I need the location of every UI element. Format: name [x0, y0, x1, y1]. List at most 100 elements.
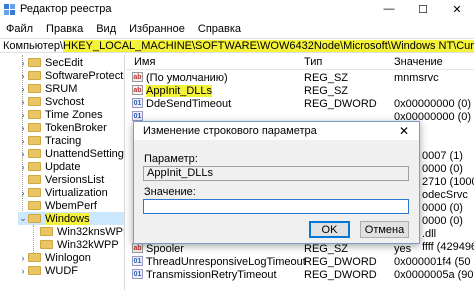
chevron-right-icon[interactable]: ›	[18, 188, 28, 198]
value-data: yes	[394, 243, 412, 255]
tree-item-softwareprotection[interactable]: › SoftwareProtectic	[18, 69, 125, 82]
folder-icon	[40, 240, 53, 249]
tree-item-label: SoftwareProtectic	[45, 69, 125, 82]
tree-item-time-zones[interactable]: › Time Zones	[18, 108, 103, 121]
tree-item-tracing[interactable]: › Tracing	[18, 134, 82, 147]
chevron-right-icon[interactable]: ›	[18, 136, 28, 146]
chevron-right-icon[interactable]: ›	[18, 123, 28, 133]
tree-item-update[interactable]: › Update	[18, 160, 81, 173]
tree-item-label: Tracing	[45, 134, 82, 147]
chevron-right-icon[interactable]: ›	[18, 110, 28, 120]
chevron-right-icon[interactable]: ›	[18, 84, 28, 94]
chevron-right-icon[interactable]: ›	[18, 97, 28, 107]
tree-item-label: TokenBroker	[45, 121, 107, 134]
column-header-name[interactable]: Имя	[134, 56, 155, 68]
value-name: Spooler	[146, 243, 184, 255]
folder-icon	[28, 201, 41, 210]
tree-item-windows[interactable]: ⌄ Windows	[18, 212, 124, 225]
menu-view[interactable]: Вид	[90, 23, 123, 35]
value-data-input[interactable]	[143, 199, 409, 214]
value-type: REG_DWORD	[304, 269, 377, 281]
list-row[interactable]: ab Spooler REG_SZ yes	[126, 243, 474, 256]
tree-item-svchost[interactable]: › Svchost	[18, 95, 85, 108]
menu-help[interactable]: Справка	[192, 23, 248, 35]
dialog-close-button[interactable]: ✕	[389, 122, 419, 140]
tree-item-label: SRUM	[45, 82, 78, 95]
dword-value-icon: 01	[132, 98, 143, 108]
chevron-right-icon[interactable]: ›	[18, 149, 28, 159]
chevron-right-icon[interactable]: ›	[18, 162, 28, 172]
tree-item-wudf[interactable]: › WUDF	[18, 264, 79, 277]
string-value-icon: ab	[132, 243, 143, 253]
tree-item-secedit[interactable]: › SecEdit	[18, 56, 83, 69]
close-button[interactable]: ✕	[440, 0, 474, 18]
column-header-type[interactable]: Тип	[304, 56, 322, 68]
tree-item-label: Update	[45, 160, 81, 173]
tree-item-win32kwpp[interactable]: Win32kWPP	[30, 238, 119, 251]
folder-icon	[28, 110, 41, 119]
list-row[interactable]: ab AppInit_DLLs REG_SZ	[126, 85, 474, 98]
minimize-button[interactable]: —	[372, 0, 406, 18]
tree-item-virtualization[interactable]: › Virtualization	[18, 186, 108, 199]
tree-item-winlogon[interactable]: › Winlogon	[18, 251, 91, 264]
chevron-right-icon[interactable]: ›	[18, 71, 28, 81]
column-header-value[interactable]: Значение	[394, 56, 443, 68]
folder-icon	[28, 136, 41, 145]
menu-edit[interactable]: Правка	[40, 23, 90, 35]
dialog-title-bar[interactable]: Изменение строкового параметра ✕	[134, 122, 419, 140]
address-path: HKEY_LOCAL_MACHINE\SOFTWARE\WOW6432Node\…	[63, 40, 474, 52]
tree-item-label: VersionsList	[45, 173, 105, 186]
value-type: REG_DWORD	[304, 98, 377, 110]
folder-icon	[28, 162, 41, 171]
chevron-right-icon[interactable]: ›	[18, 266, 28, 276]
chevron-right-icon[interactable]: ›	[18, 58, 28, 68]
list-row[interactable]: 01 ThreadUnresponsiveLogTimeout REG_DWORD 0…	[126, 256, 474, 269]
value-type: REG_SZ	[304, 85, 349, 97]
value-data: .dll	[422, 228, 437, 240]
address-bar[interactable]: Компьютер\HKEY_LOCAL_MACHINE\SOFTWARE\WO…	[0, 38, 474, 53]
tree-item-wbemperf[interactable]: WbemPerf	[18, 199, 97, 212]
value-data: 0x000001f4 (50	[394, 256, 471, 268]
tree-item-label: UnattendSettings	[45, 147, 125, 160]
menu-favorites[interactable]: Избранное	[123, 23, 192, 35]
ok-button[interactable]: OK	[309, 221, 350, 238]
folder-icon	[28, 175, 41, 184]
list-row[interactable]: 01 DdeSendTimeout REG_DWORD 0x00000000 (0)	[126, 98, 474, 111]
dialog-title: Изменение строкового параметра	[143, 125, 317, 137]
folder-icon	[28, 266, 41, 275]
tree-item-tokenbroker[interactable]: › TokenBroker	[18, 121, 107, 134]
list-header: Имя Тип Значение	[126, 55, 474, 70]
value-name: AppInit_DLLs	[146, 85, 213, 97]
tree-item-srum[interactable]: › SRUM	[18, 82, 78, 95]
list-row[interactable]: 01 TransmissionRetryTimeout REG_DWORD 0x000…	[126, 269, 474, 282]
chevron-down-icon[interactable]: ⌄	[18, 213, 28, 224]
tree-item-label: Virtualization	[45, 186, 108, 199]
folder-icon	[28, 84, 41, 93]
folder-icon	[28, 188, 41, 197]
folder-icon	[40, 227, 53, 236]
value-name: ThreadUnresponsiveLogTimeout	[146, 256, 306, 268]
tree-item-label: WUDF	[45, 264, 78, 277]
tree-item-versionslist[interactable]: VersionsList	[18, 173, 104, 186]
value-data: mnmsrvc	[394, 72, 439, 84]
registry-tree: › SecEdit › SoftwareProtectic › SRUM › Svcho…	[0, 55, 125, 290]
value-data: odecSrvc	[422, 189, 468, 201]
chevron-right-icon[interactable]: ›	[18, 253, 28, 263]
string-value-icon: ab	[132, 72, 143, 82]
value-name: TransmissionRetryTimeout	[146, 269, 277, 281]
maximize-button[interactable]: ☐	[406, 0, 440, 18]
tree-item-win32knswpp[interactable]: Win32knsWPP	[30, 225, 124, 238]
dword-value-icon: 01	[132, 269, 143, 279]
title-bar: Редактор реестра — ☐ ✕	[0, 0, 474, 18]
cancel-button[interactable]: Отмена	[360, 221, 409, 238]
tree-item-label: WbemPerf	[45, 199, 97, 212]
tree-item-label: Winlogon	[45, 251, 91, 264]
value-type: REG_SZ	[304, 72, 349, 84]
list-row[interactable]: ab (По умолчанию) REG_SZ mnmsrvc	[126, 72, 474, 85]
tree-item-unattendsettings[interactable]: › UnattendSettings	[18, 147, 125, 160]
value-name: DdeSendTimeout	[146, 98, 232, 110]
value-data: 0x00000000 (0)	[394, 98, 472, 110]
value-data: 0000 (0)	[422, 215, 463, 227]
value-type: REG_SZ	[304, 243, 349, 255]
menu-file[interactable]: Файл	[0, 23, 40, 35]
